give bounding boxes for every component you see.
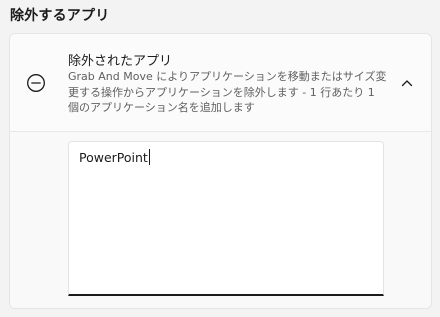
excluded-apps-card: 除外されたアプリ Grab And Move によりアプリケーションを移動または…	[9, 33, 432, 309]
excluded-apps-title: 除外されたアプリ	[68, 54, 173, 69]
excluded-apps-expander-header[interactable]: 除外されたアプリ Grab And Move によりアプリケーションを移動または…	[10, 34, 431, 132]
circle-minus-icon	[26, 73, 46, 93]
excluded-apps-description: Grab And Move によりアプリケーションを移動またはサイズ変更する操作…	[68, 70, 387, 114]
excluded-apps-textarea-value: PowerPoint	[79, 150, 148, 165]
chevron-up-icon[interactable]	[397, 73, 417, 93]
excluded-apps-content: PowerPoint	[10, 132, 431, 308]
text-caret	[148, 149, 150, 165]
section-title: 除外するアプリ	[10, 8, 110, 24]
excluded-apps-textarea[interactable]: PowerPoint	[68, 141, 384, 296]
